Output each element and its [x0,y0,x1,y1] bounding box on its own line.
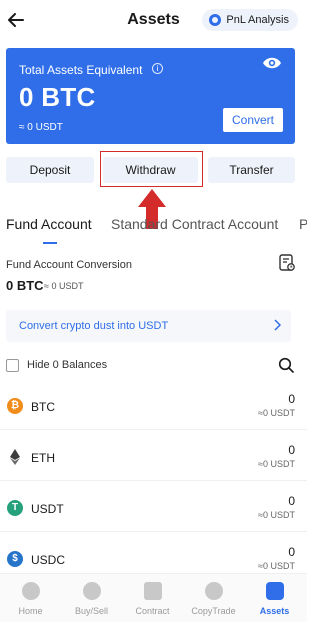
asset-amount: 0 [288,443,295,457]
contract-icon [144,582,162,600]
usdt-icon: T [7,500,23,516]
nav-label: Contract [135,606,170,616]
chevron-right-icon [274,319,281,331]
btc-icon: ₿ [7,398,23,414]
asset-row-usdt[interactable]: T USDT 0 ≈0 USDT [0,482,307,532]
hide-zero-balances-label: Hide 0 Balances [27,359,108,371]
nav-label: Assets [259,606,290,616]
hide-balances-row: Hide 0 Balances [6,357,296,375]
tab-fund-account[interactable]: Fund Account [6,216,92,232]
total-assets-usdt: ≈ 0 USDT [19,122,63,133]
nav-label: Home [18,606,43,616]
usdc-icon: $ [7,551,23,567]
asset-usdt-value: ≈0 USDT [258,459,295,469]
asset-symbol: USDT [31,502,64,516]
nav-home[interactable]: Home [0,574,61,622]
asset-amount: 0 [288,494,295,508]
hide-zero-balances-checkbox[interactable] [6,359,19,372]
total-assets-card: Total Assets Equivalent i 0 BTC ≈ 0 USDT… [6,48,295,144]
tab-overflow[interactable]: P [299,216,307,232]
buy-sell-icon [83,582,101,600]
nav-label: Buy/Sell [74,606,109,616]
asset-usdt-value: ≈0 USDT [258,510,295,520]
convert-dust-label: Convert crypto dust into USDT [19,320,169,332]
total-assets-label: Total Assets Equivalent [19,63,143,77]
asset-symbol: USDC [31,553,66,567]
asset-symbol: BTC [31,400,55,414]
info-icon[interactable]: i [152,63,163,74]
asset-row-btc[interactable]: ₿ BTC 0 ≈0 USDT [0,380,307,430]
pnl-analysis-button[interactable]: PnL Analysis [202,9,298,31]
search-icon[interactable] [278,357,294,373]
withdraw-highlight-box [100,151,203,187]
asset-symbol: ETH [31,451,55,465]
nav-label: CopyTrade [191,606,236,616]
header: Assets PnL Analysis [0,0,307,42]
bottom-nav: Home Buy/Sell Contract CopyTrade Assets [0,573,307,622]
eth-icon [10,449,20,465]
convert-button[interactable]: Convert [223,108,283,132]
home-icon [22,582,40,600]
deposit-button[interactable]: Deposit [6,157,94,183]
account-tabs: Fund Account Standard Contract Account P [0,212,307,244]
eye-icon[interactable] [262,56,282,70]
transfer-button[interactable]: Transfer [208,157,295,183]
asset-amount: 0 [288,392,295,406]
conversion-usdt: ≈ 0 USDT [44,281,84,291]
nav-buy-sell[interactable]: Buy/Sell [61,574,122,622]
record-icon[interactable] [279,254,295,272]
asset-usdt-value: ≈0 USDT [258,408,295,418]
nav-assets[interactable]: Assets [244,574,305,622]
pnl-icon [209,14,222,26]
pnl-analysis-label: PnL Analysis [226,14,289,26]
tab-standard-contract-account[interactable]: Standard Contract Account [111,216,278,232]
total-assets-value: 0 BTC [19,82,96,112]
conversion-label: Fund Account Conversion [6,259,132,271]
assets-icon [266,582,284,600]
asset-row-eth[interactable]: ETH 0 ≈0 USDT [0,431,307,481]
copytrade-icon [205,582,223,600]
conversion-value: 0 BTC [6,278,44,293]
convert-dust-banner[interactable]: Convert crypto dust into USDT [6,310,291,342]
nav-copytrade[interactable]: CopyTrade [183,574,244,622]
nav-contract[interactable]: Contract [122,574,183,622]
asset-amount: 0 [288,545,295,559]
asset-usdt-value: ≈0 USDT [258,561,295,571]
active-tab-indicator [43,242,57,244]
